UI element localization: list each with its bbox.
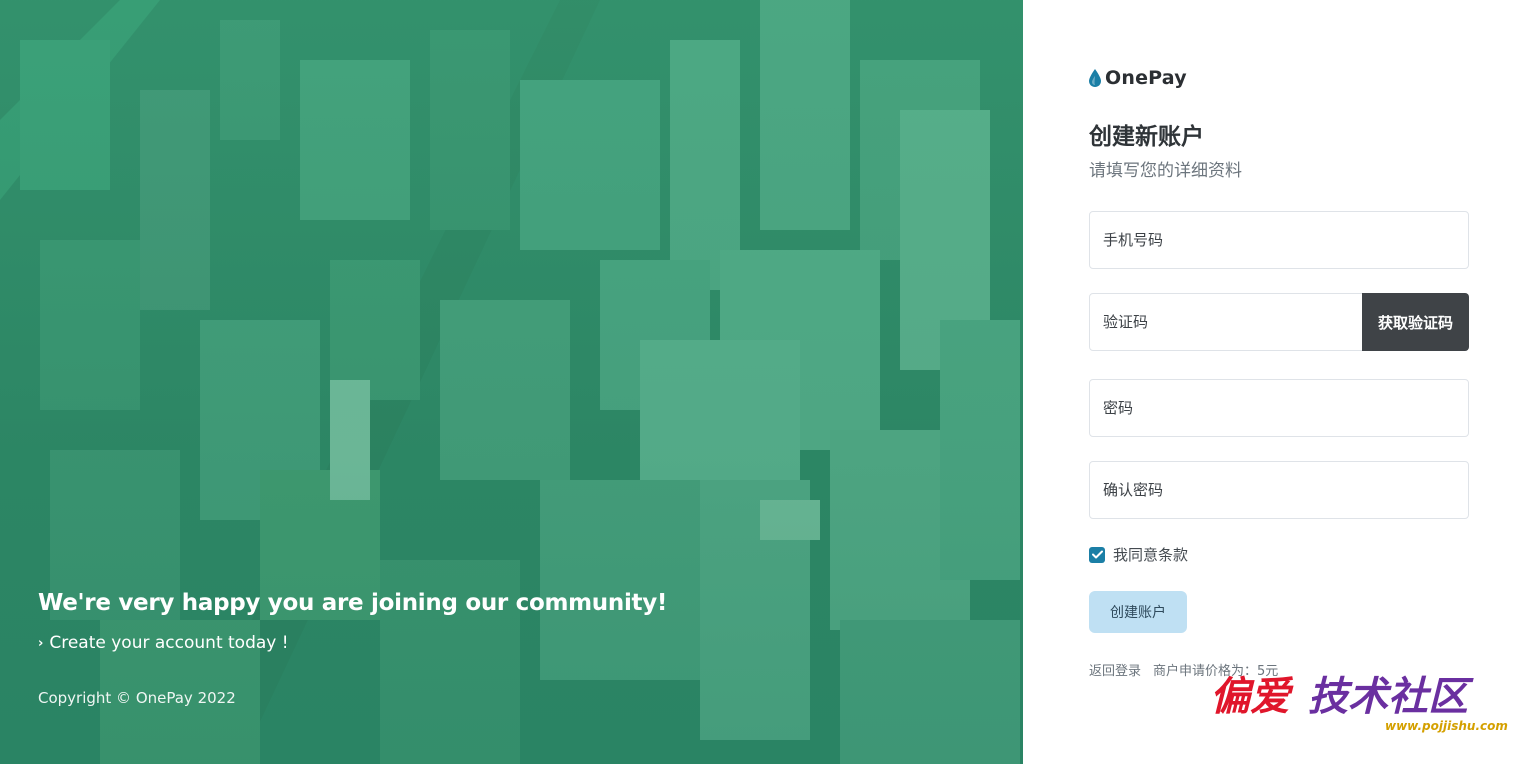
chevron-right-icon: › <box>38 635 44 651</box>
register-panel: OnePay 创建新账户 请填写您的详细资料 获取验证码 我同意条款 创建账户 … <box>1023 0 1534 764</box>
check-icon <box>1091 550 1103 559</box>
page-subtitle: 请填写您的详细资料 <box>1089 161 1242 181</box>
hero-subheading: › Create your account today ! <box>38 633 289 653</box>
watermark-logo: 偏爱 技术社区 www.pojjishu.com <box>1210 673 1508 733</box>
agree-label[interactable]: 我同意条款 <box>1113 544 1188 565</box>
confirm-password-input[interactable] <box>1090 462 1468 518</box>
drop-icon <box>1089 69 1101 87</box>
confirm-password-field <box>1089 461 1469 519</box>
get-code-button[interactable]: 获取验证码 <box>1362 293 1469 351</box>
code-field: 获取验证码 <box>1089 293 1469 351</box>
page-title: 创建新账户 <box>1089 124 1204 150</box>
back-to-login-link[interactable]: 返回登录 <box>1089 660 1141 679</box>
create-account-button[interactable]: 创建账户 <box>1089 591 1187 633</box>
svg-text:技术社区: 技术社区 <box>1308 673 1474 720</box>
brand-name: OnePay <box>1105 67 1187 89</box>
brand-logo[interactable]: OnePay <box>1089 67 1187 89</box>
agree-checkbox[interactable] <box>1089 546 1105 563</box>
password-input[interactable] <box>1090 380 1468 436</box>
svg-text:www.pojjishu.com: www.pojjishu.com <box>1385 719 1508 733</box>
copyright-text: Copyright © OnePay 2022 <box>38 689 236 707</box>
agree-terms: 我同意条款 <box>1089 544 1188 565</box>
hero-heading: We're very happy you are joining our com… <box>38 590 668 616</box>
hero-subheading-text: Create your account today ! <box>49 633 289 653</box>
hero-panel: We're very happy you are joining our com… <box>0 0 1023 764</box>
phone-input[interactable] <box>1090 212 1468 268</box>
verification-code-input[interactable] <box>1090 294 1362 350</box>
svg-text:偏爱: 偏爱 <box>1210 673 1294 720</box>
phone-field <box>1089 211 1469 269</box>
password-field <box>1089 379 1469 437</box>
